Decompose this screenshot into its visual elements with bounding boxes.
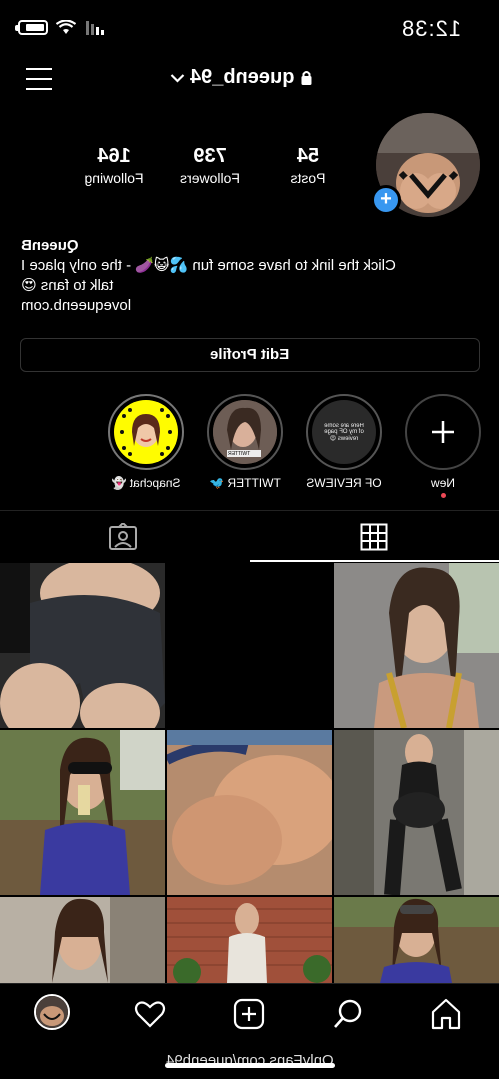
highlight-label-new: New [431, 476, 456, 490]
edit-profile-label: Edit Profile [210, 346, 290, 363]
post-thumbnail[interactable] [334, 730, 499, 895]
tagged-icon [109, 521, 137, 550]
post-thumbnail[interactable] [334, 897, 499, 983]
edit-profile-button[interactable]: Edit Profile [20, 338, 480, 372]
status-icons [18, 20, 104, 35]
highlight-new[interactable]: New [405, 394, 481, 498]
following-label: Following [84, 170, 144, 186]
grid-icon [360, 523, 388, 551]
new-post-icon [233, 998, 265, 1030]
post-thumbnail[interactable] [0, 563, 165, 728]
bio-link[interactable]: lovequeenb.com [21, 296, 481, 316]
nav-create[interactable] [231, 996, 267, 1032]
stat-posts[interactable]: 54 Posts [278, 145, 338, 186]
followers-count: 739 [193, 145, 227, 167]
highlight-snapchat[interactable]: Snapchat 👻 [108, 394, 184, 490]
new-indicator-dot [440, 493, 446, 498]
home-indicator[interactable] [165, 1063, 335, 1068]
status-bar: 12:38 [0, 0, 499, 60]
highlight-label-of-reviews: OF REVIEWS [306, 476, 382, 490]
followers-label: Followers [180, 170, 240, 186]
home-icon [431, 998, 461, 1030]
post-thumbnail[interactable] [0, 897, 165, 983]
snapcode-icon [116, 402, 176, 462]
posts-count: 54 [296, 145, 320, 167]
post-thumbnail[interactable] [167, 730, 332, 895]
lock-icon [301, 71, 312, 85]
tab-tagged[interactable] [108, 521, 138, 556]
add-story-icon[interactable]: + [371, 185, 401, 215]
heart-icon [134, 1001, 166, 1028]
tab-grid[interactable] [360, 523, 388, 556]
stat-following[interactable]: 164 Following [74, 145, 154, 186]
username-text: queenb_94 [190, 66, 295, 88]
highlight-label-snapchat: Snapchat 👻 [111, 476, 181, 490]
nav-home[interactable] [428, 996, 464, 1032]
nav-search[interactable] [330, 996, 366, 1032]
highlight-label-twitter: TWITTER 🐦 [209, 476, 281, 490]
profile-tabs [0, 510, 499, 562]
username-header[interactable]: queenb_94 [170, 66, 312, 89]
post-thumbnail[interactable] [167, 897, 332, 983]
chevron-down-icon [170, 73, 184, 83]
profile-bio: QueenB Click the link to have some fun 💦… [21, 236, 481, 316]
posts-label: Posts [290, 170, 326, 186]
stat-followers[interactable]: 739 Followers [170, 145, 250, 186]
post-thumbnail[interactable] [167, 563, 332, 728]
post-thumbnail[interactable] [0, 730, 165, 895]
signal-icon [86, 20, 104, 35]
highlight-twitter[interactable]: TWITTER TWITTER 🐦 [207, 394, 283, 490]
highlight-of-reviews[interactable]: Here are some of my OF page reviews 😍 OF… [306, 394, 382, 490]
nav-activity[interactable] [132, 996, 168, 1032]
plus-icon [432, 421, 454, 443]
status-time: 12:38 [400, 16, 461, 41]
wifi-icon [56, 20, 76, 34]
search-icon [334, 999, 362, 1028]
following-count: 164 [97, 145, 131, 167]
active-tab-indicator [250, 560, 499, 562]
menu-icon[interactable] [26, 68, 52, 90]
bottom-navigation [0, 983, 499, 1043]
bio-line-2: talk to fans 😍 [21, 277, 114, 294]
highlight-thumb-twitter: TWITTER [228, 451, 251, 457]
highlight-thumb-text: Here are some of my OF page reviews 😍 [324, 422, 364, 442]
battery-icon [18, 20, 48, 35]
profile-name: QueenB [21, 237, 79, 254]
posts-grid [0, 563, 499, 983]
post-thumbnail[interactable] [334, 563, 499, 728]
bio-line-1: Click the link to have some fun 💦😺🍆 - th… [21, 257, 396, 274]
nav-profile-avatar[interactable] [34, 994, 70, 1030]
